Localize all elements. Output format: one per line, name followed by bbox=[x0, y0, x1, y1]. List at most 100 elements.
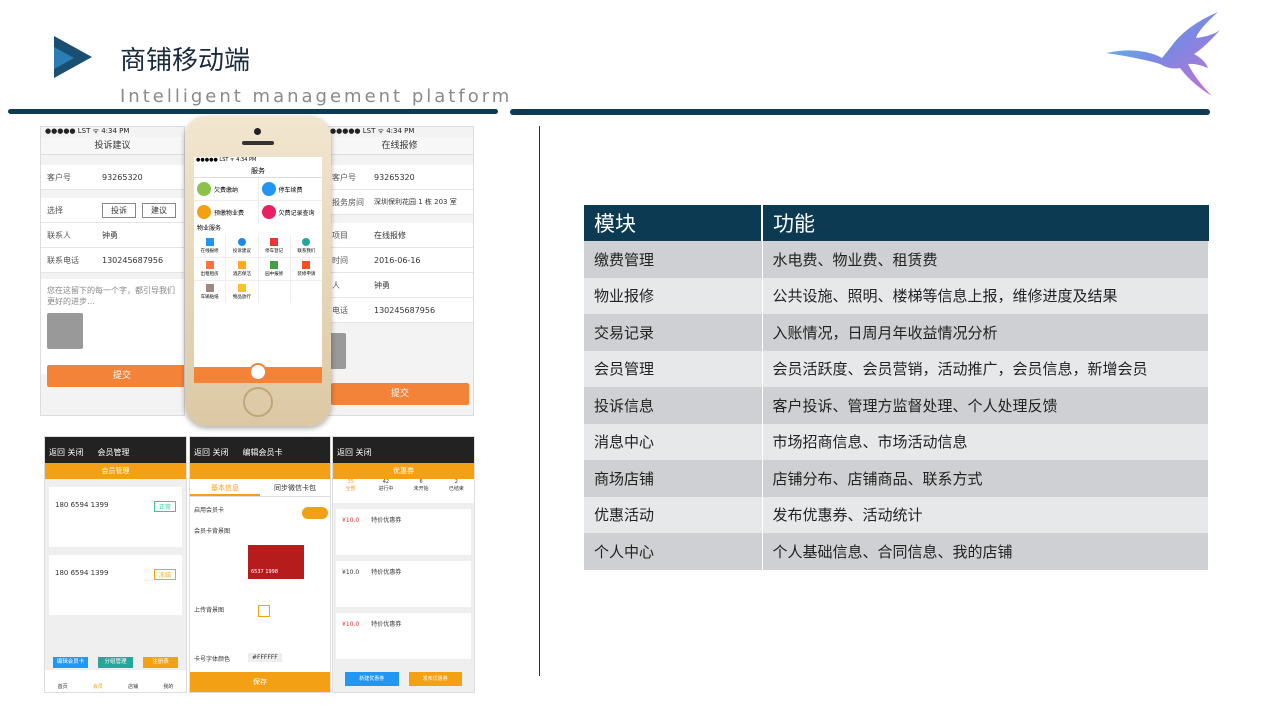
coupon-card[interactable]: ¥10.0 特价优惠券 bbox=[336, 613, 471, 659]
tab-basic-info[interactable]: 基本信息 bbox=[190, 479, 260, 496]
payment-icon bbox=[197, 182, 211, 196]
card-label: 欠费缴纳 bbox=[214, 186, 239, 194]
stat-label: 全部 bbox=[345, 486, 356, 492]
repair-label: 项目 bbox=[332, 230, 348, 240]
members-nav-title: 会员管理 bbox=[97, 448, 130, 457]
garden-icon bbox=[270, 261, 279, 269]
card-nav: 返回 关闭 编辑会员卡 bbox=[190, 437, 330, 463]
tab-home[interactable]: 首页 bbox=[45, 683, 80, 690]
repair-row[interactable]: 时间 2016-06-16 bbox=[326, 248, 473, 273]
function-cell: 公共设施、照明、楼梯等信息上报，维修进度及结果 bbox=[762, 277, 1209, 314]
stat-ongoing[interactable]: 42 进行中 bbox=[368, 479, 403, 503]
card-bar bbox=[190, 463, 330, 479]
module-cell: 商场店铺 bbox=[584, 460, 763, 497]
grid-item[interactable]: 物品放行 bbox=[226, 281, 258, 303]
function-cell: 客户投诉、管理方监督处理、个人处理反馈 bbox=[762, 387, 1209, 424]
service-card[interactable]: 预缴物业费 bbox=[194, 201, 258, 223]
grid-item[interactable]: 在线报修 bbox=[194, 235, 226, 257]
home-button[interactable] bbox=[243, 387, 273, 417]
card-label: 预缴物业费 bbox=[214, 209, 245, 217]
contact-label: 联系人 bbox=[47, 230, 71, 240]
grid-item[interactable]: 酒店保洁 bbox=[226, 258, 258, 280]
contact-icon bbox=[302, 238, 311, 246]
grid-item[interactable]: 园中报修 bbox=[258, 258, 290, 280]
complaint-nav-title: 投诉建议 bbox=[41, 137, 184, 155]
publish-coupon-button[interactable]: 发布优惠券 bbox=[408, 672, 462, 686]
member-card[interactable]: 180 6594 1399 正常 bbox=[49, 487, 182, 547]
repair-row: 电话 130245687956 bbox=[326, 298, 473, 323]
function-cell: 会员活跃度、会员营销，活动推广，会员信息，新增会员 bbox=[762, 350, 1209, 387]
coupon-name: 特价优惠券 bbox=[371, 621, 402, 628]
member-card[interactable]: 180 6594 1399 冻结 bbox=[49, 555, 182, 615]
group-manage-button[interactable]: 分组管理 bbox=[98, 657, 133, 668]
grid-item[interactable]: 车辆贴纸 bbox=[194, 281, 226, 303]
phone-label: 联系电话 bbox=[47, 255, 79, 265]
customer-row: 客户号 93265320 bbox=[41, 165, 184, 190]
repair-row[interactable]: 项目 在线报修 bbox=[326, 223, 473, 248]
stat-all[interactable]: 35 全部 bbox=[333, 479, 368, 503]
module-table: 模块 功能 缴费管理 水电费、物业费、租赁费 物业报修 公共设施、照明、楼梯等信息上… bbox=[584, 205, 1209, 570]
repair-submit-button[interactable]: 提交 bbox=[331, 383, 469, 405]
stat-ended[interactable]: 2 已结束 bbox=[439, 479, 474, 503]
table-row: 商场店铺 店铺分布、店铺商品、联系方式 bbox=[584, 460, 1209, 497]
complaint-submit-button[interactable]: 提交 bbox=[47, 365, 184, 387]
service-card[interactable]: 欠费记录查询 bbox=[258, 201, 322, 223]
repair-value: 深圳保利花园 1 栋 203 室 bbox=[374, 198, 457, 206]
coupon-price: ¥10.0 bbox=[342, 621, 360, 628]
coupon-card[interactable]: ¥10.0 特价优惠券 bbox=[336, 509, 471, 555]
new-coupon-button[interactable]: 新建优惠券 bbox=[345, 672, 399, 686]
grid-label: 投诉建议 bbox=[232, 249, 251, 254]
members-nav: 返回 关闭 会员管理 bbox=[45, 437, 186, 463]
stat-upcoming[interactable]: 6 未开始 bbox=[404, 479, 439, 503]
grid-label: 联系我们 bbox=[297, 249, 316, 254]
suggestion-option[interactable]: 建议 bbox=[142, 202, 176, 218]
register-button[interactable]: 注册表 bbox=[143, 657, 178, 668]
coupon-card[interactable]: ¥10.0 特价优惠券 bbox=[336, 561, 471, 607]
grid-item[interactable]: 出租租房 bbox=[194, 258, 226, 280]
back-link[interactable]: 返回 关闭 bbox=[337, 448, 372, 457]
font-color-value[interactable]: #FFFFFF bbox=[248, 653, 282, 662]
tab-wechat-sync[interactable]: 同步微信卡包 bbox=[260, 479, 330, 496]
customer-label: 客户号 bbox=[47, 172, 71, 182]
customer-value: 93265320 bbox=[102, 172, 143, 182]
member-phone: 180 6594 1399 bbox=[55, 501, 109, 509]
grid-item[interactable]: 联系我们 bbox=[290, 235, 322, 257]
tab-members[interactable]: 会员 bbox=[80, 683, 115, 690]
tab-bar[interactable] bbox=[194, 363, 322, 383]
slide-subtitle: Intelligent management platform bbox=[120, 86, 513, 107]
tab-shop[interactable]: 店铺 bbox=[116, 683, 151, 690]
camera-icon[interactable] bbox=[47, 313, 83, 349]
repair-row[interactable]: 客户号 93265320 bbox=[326, 165, 473, 190]
status-bar: ●●●●● LST ᯤ 4:34 PM bbox=[196, 157, 257, 163]
module-cell: 投诉信息 bbox=[584, 387, 763, 424]
members-screen: 返回 关闭 会员管理 会员管理 180 6594 1399 正常 180 6594 … bbox=[44, 436, 187, 693]
back-link[interactable]: 返回 关闭 bbox=[194, 448, 229, 457]
service-card[interactable]: 停车续费 bbox=[258, 178, 322, 200]
repair-row[interactable]: 报务房间 深圳保利花园 1 栋 203 室 bbox=[326, 190, 473, 215]
phone-frame: ●●●●● LST ᯤ 4:34 PM 服务 欠费缴纳 停车续费 预缴物业费 欠… bbox=[185, 116, 331, 426]
coupon-name: 特价优惠券 bbox=[371, 569, 402, 576]
grid-item[interactable]: 装修申请 bbox=[290, 258, 322, 280]
center-phone-icon[interactable] bbox=[249, 363, 267, 381]
grid-item[interactable]: 停车登记 bbox=[258, 235, 290, 257]
grid-item[interactable]: 投诉建议 bbox=[226, 235, 258, 257]
table-row: 个人中心 个人基础信息、合同信息、我的店铺 bbox=[584, 533, 1209, 570]
tab-mine[interactable]: 我的 bbox=[151, 683, 186, 690]
vertical-divider bbox=[539, 126, 540, 676]
complaint-option[interactable]: 投诉 bbox=[102, 202, 136, 218]
enable-toggle[interactable] bbox=[302, 507, 328, 519]
module-cell: 优惠活动 bbox=[584, 496, 763, 533]
speaker-icon bbox=[242, 141, 274, 145]
back-link[interactable]: 返回 关闭 bbox=[49, 448, 84, 457]
table-row: 消息中心 市场招商信息、市场活动信息 bbox=[584, 423, 1209, 460]
save-button[interactable]: 保存 bbox=[190, 672, 330, 692]
service-card[interactable]: 欠费缴纳 bbox=[194, 178, 258, 200]
record-icon bbox=[261, 205, 276, 219]
upload-icon[interactable] bbox=[258, 605, 270, 617]
grid-label: 装修申请 bbox=[297, 272, 316, 277]
choose-label: 选择 bbox=[47, 205, 63, 215]
phone-value: 130245687956 bbox=[102, 255, 164, 265]
header-function: 功能 bbox=[762, 205, 1209, 241]
edit-card-button[interactable]: 编辑会员卡 bbox=[53, 657, 88, 668]
section-title: 物业服务 bbox=[197, 225, 222, 232]
